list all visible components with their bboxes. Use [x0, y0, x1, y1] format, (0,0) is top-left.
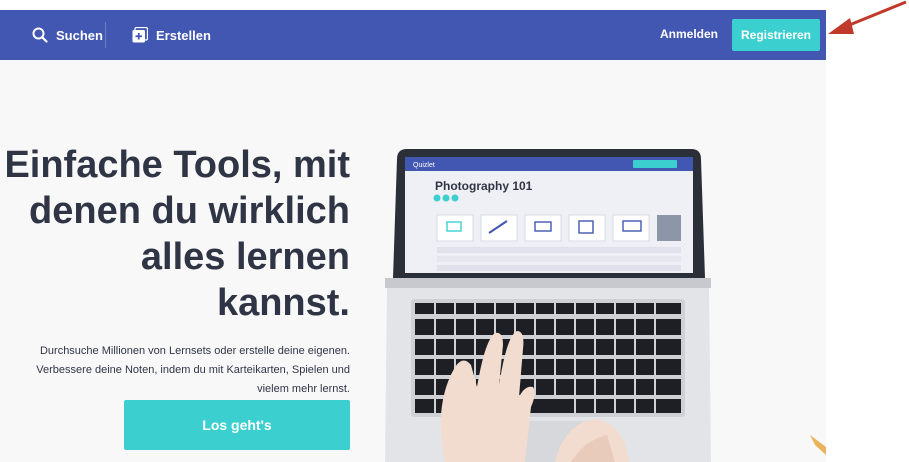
nav-divider — [105, 22, 106, 48]
laptop-image: Quizlet Photography 101 — [385, 149, 826, 462]
create-button[interactable]: Erstellen — [132, 24, 211, 46]
screen-set-title: Photography 101 — [435, 179, 533, 193]
search-icon — [32, 27, 48, 43]
create-label: Erstellen — [156, 27, 211, 43]
register-button[interactable]: Registrieren — [732, 19, 820, 51]
description-line: Verbessere deine Noten, indem du mit Kar… — [36, 364, 350, 376]
description-line: Durchsuche Millionen von Lernsets oder e… — [39, 345, 350, 357]
login-link[interactable]: Anmelden — [660, 27, 718, 41]
screen-app-name: Quizlet — [413, 162, 435, 169]
annotation-arrow-icon — [828, 0, 907, 34]
landing-page: Suchen Erstellen Anmelden Registrieren E… — [0, 10, 826, 462]
headline-line: kannst. — [216, 282, 350, 324]
headline-line: alles lernen — [140, 236, 350, 278]
plus-square-icon — [132, 27, 148, 43]
hero-headline: Einfache Tools, mit denen du wirklich al… — [0, 142, 350, 326]
search-label: Suchen — [56, 27, 103, 43]
top-navigation-bar: Suchen Erstellen Anmelden Registrieren — [0, 10, 826, 60]
description-line: vielem mehr lernst. — [257, 383, 350, 395]
hero-description: Durchsuche Millionen von Lernsets oder e… — [0, 342, 350, 399]
search-button[interactable]: Suchen — [32, 24, 103, 46]
get-started-button[interactable]: Los geht's — [124, 400, 350, 450]
headline-line: Einfache Tools, mit — [4, 144, 350, 186]
headline-line: denen du wirklich — [29, 190, 350, 232]
